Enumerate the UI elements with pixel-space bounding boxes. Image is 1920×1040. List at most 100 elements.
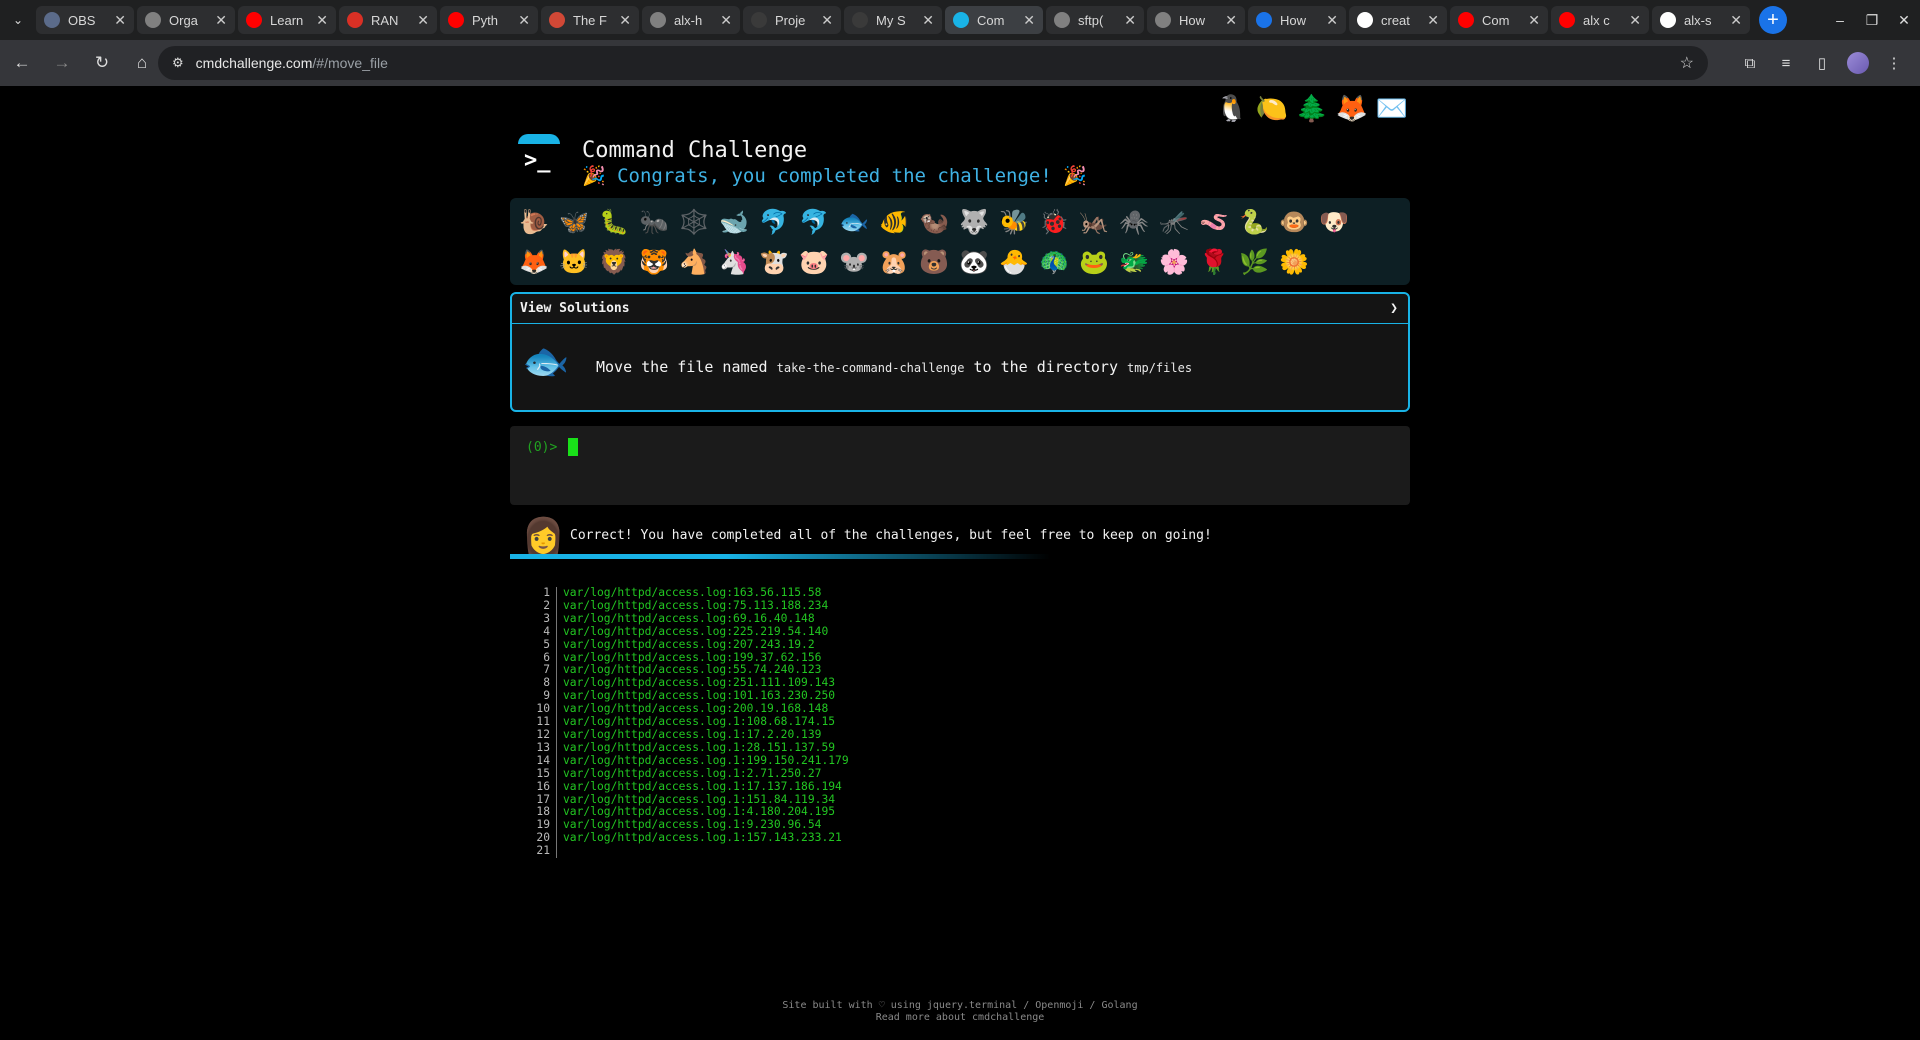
challenge-badge-icon[interactable]: 🐮: [754, 242, 794, 282]
challenge-badge-icon[interactable]: 🦁: [594, 242, 634, 282]
challenge-badge-icon[interactable]: 🐞: [1034, 202, 1074, 242]
challenge-badge-icon[interactable]: 🦦: [914, 202, 954, 242]
challenge-badge-icon[interactable]: 🐝: [994, 202, 1034, 242]
close-tab-icon[interactable]: ✕: [215, 12, 227, 29]
challenge-badge-icon[interactable]: 🦋: [554, 202, 594, 242]
close-tab-icon[interactable]: ✕: [1225, 12, 1237, 29]
challenge-badge-icon[interactable]: 🐷: [794, 242, 834, 282]
challenge-badge-icon[interactable]: 🐵: [1274, 202, 1314, 242]
terminal-input[interactable]: (0)>: [510, 426, 1410, 505]
view-solutions-toggle[interactable]: View Solutions ❯: [512, 294, 1408, 324]
challenge-badge-icon[interactable]: 🐣: [994, 242, 1034, 282]
challenge-badge-icon[interactable]: 🐠: [874, 202, 914, 242]
challenge-badge-icon[interactable]: 🌹: [1194, 242, 1234, 282]
close-tab-icon[interactable]: ✕: [1427, 12, 1439, 29]
close-tab-icon[interactable]: ✕: [720, 12, 732, 29]
lemon-icon[interactable]: 🍋: [1252, 90, 1292, 126]
browser-tab[interactable]: alx c ✕: [1551, 6, 1649, 34]
reload-icon[interactable]: ↻: [84, 45, 120, 81]
browser-tab[interactable]: alx-h ✕: [642, 6, 740, 34]
challenge-badge-icon[interactable]: 🐋: [714, 202, 754, 242]
browser-tab[interactable]: The F ✕: [541, 6, 639, 34]
close-tab-icon[interactable]: ✕: [518, 12, 530, 29]
challenge-badge-icon[interactable]: 🐯: [634, 242, 674, 282]
browser-tab[interactable]: RAN ✕: [339, 6, 437, 34]
profile-avatar[interactable]: [1847, 52, 1869, 74]
close-tab-icon[interactable]: ✕: [1326, 12, 1338, 29]
challenge-badge-icon[interactable]: 🦟: [1154, 202, 1194, 242]
challenge-badge-icon[interactable]: 🌼: [1274, 242, 1314, 282]
challenge-badge-icon[interactable]: 🐻: [914, 242, 954, 282]
challenge-badge-icon[interactable]: 🐸: [1074, 242, 1114, 282]
browser-tab[interactable]: alx-s ✕: [1652, 6, 1750, 34]
challenge-badge-icon[interactable]: 🐌: [514, 202, 554, 242]
close-tab-icon[interactable]: ✕: [1124, 12, 1136, 29]
bookmark-star-icon[interactable]: ☆: [1680, 53, 1694, 73]
challenge-badge-icon[interactable]: 🦄: [714, 242, 754, 282]
challenge-badge-icon[interactable]: 🐺: [954, 202, 994, 242]
back-icon[interactable]: ←: [4, 45, 40, 81]
new-tab-button[interactable]: +: [1759, 6, 1787, 34]
close-window-icon[interactable]: ✕: [1888, 12, 1920, 29]
browser-tab[interactable]: Orga ✕: [137, 6, 235, 34]
extensions-icon[interactable]: ⧉: [1732, 55, 1768, 72]
challenge-badge-icon[interactable]: 🐬: [754, 202, 794, 242]
close-tab-icon[interactable]: ✕: [922, 12, 934, 29]
close-tab-icon[interactable]: ✕: [1023, 12, 1035, 29]
challenge-badge-icon[interactable]: 🦚: [1034, 242, 1074, 282]
close-tab-icon[interactable]: ✕: [1528, 12, 1540, 29]
browser-tab[interactable]: Proje ✕: [743, 6, 841, 34]
challenge-badge-icon[interactable]: 🕷️: [1114, 202, 1154, 242]
browser-tab[interactable]: creat ✕: [1349, 6, 1447, 34]
mail-icon[interactable]: ✉️: [1372, 90, 1412, 126]
challenge-badge-icon[interactable]: 🕸️: [674, 202, 714, 242]
challenge-badge-icon[interactable]: 🐹: [874, 242, 914, 282]
browser-tab[interactable]: How ✕: [1147, 6, 1245, 34]
close-tab-icon[interactable]: ✕: [316, 12, 328, 29]
site-info-icon[interactable]: ⚙: [172, 55, 184, 71]
minimize-icon[interactable]: –: [1824, 12, 1856, 28]
challenge-badge-icon[interactable]: 🐴: [674, 242, 714, 282]
gitlab-icon[interactable]: 🦊: [1332, 90, 1372, 126]
challenge-badge-icon[interactable]: 🐜: [634, 202, 674, 242]
footer-read-more-link[interactable]: Read more about cmdchallenge: [0, 1012, 1920, 1024]
challenge-badge-icon[interactable]: 🌿: [1234, 242, 1274, 282]
challenge-badge-icon[interactable]: 🐍: [1234, 202, 1274, 242]
side-panel-icon[interactable]: ▯: [1804, 54, 1840, 72]
address-bar[interactable]: ⚙ cmdchallenge.com/#/move_file ☆: [158, 46, 1708, 80]
browser-tab[interactable]: My S ✕: [844, 6, 942, 34]
terminal-link-icon[interactable]: 🐧: [1212, 90, 1252, 126]
browser-menu-icon[interactable]: ⋮: [1876, 54, 1912, 72]
close-tab-icon[interactable]: ✕: [1629, 12, 1641, 29]
browser-tab[interactable]: Learn ✕: [238, 6, 336, 34]
browser-tab[interactable]: Pyth ✕: [440, 6, 538, 34]
challenge-badge-icon[interactable]: 🪱: [1194, 202, 1234, 242]
close-tab-icon[interactable]: ✕: [1730, 12, 1742, 29]
challenge-badge-icon[interactable]: 🐱: [554, 242, 594, 282]
tree-icon[interactable]: 🌲: [1292, 90, 1332, 126]
challenge-badge-icon[interactable]: 🐛: [594, 202, 634, 242]
browser-tab[interactable]: OBS ✕: [36, 6, 134, 34]
tab-search-button[interactable]: ⌄: [0, 0, 36, 40]
browser-tab[interactable]: Com ✕: [1450, 6, 1548, 34]
restore-icon[interactable]: ❐: [1856, 12, 1888, 29]
challenge-badge-icon[interactable]: 🐲: [1114, 242, 1154, 282]
challenge-badge-icon[interactable]: 🐟: [834, 202, 874, 242]
close-tab-icon[interactable]: ✕: [821, 12, 833, 29]
challenge-badge-icon[interactable]: 🦗: [1074, 202, 1114, 242]
challenge-badge-icon[interactable]: 🐭: [834, 242, 874, 282]
close-tab-icon[interactable]: ✕: [114, 12, 126, 29]
challenge-badge-icon[interactable]: 🐶: [1314, 202, 1354, 242]
browser-tab[interactable]: How ✕: [1248, 6, 1346, 34]
home-icon[interactable]: ⌂: [124, 45, 160, 81]
close-tab-icon[interactable]: ✕: [619, 12, 631, 29]
challenge-badge-icon[interactable]: 🌸: [1154, 242, 1194, 282]
browser-tab[interactable]: Com ✕: [945, 6, 1043, 34]
browser-tab[interactable]: sftp(✕: [1046, 6, 1144, 34]
challenge-badge-icon[interactable]: 🦊: [514, 242, 554, 282]
media-control-icon[interactable]: ≡: [1768, 55, 1804, 72]
challenge-badge-icon[interactable]: 🐬: [794, 202, 834, 242]
close-tab-icon[interactable]: ✕: [417, 12, 429, 29]
challenge-badge-icon[interactable]: 🐼: [954, 242, 994, 282]
forward-icon[interactable]: →: [44, 45, 80, 81]
